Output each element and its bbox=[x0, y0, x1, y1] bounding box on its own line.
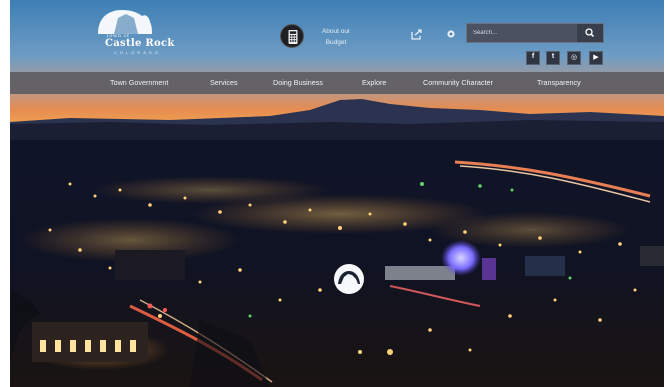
castle-rock-logo[interactable]: Town of Castle Rock COLORADO bbox=[92, 6, 175, 55]
nav-item-transparency[interactable]: Transparency bbox=[537, 72, 581, 94]
nav-item-doing-business[interactable]: Doing Business bbox=[273, 72, 323, 94]
nav-item-explore[interactable]: Explore bbox=[362, 72, 386, 94]
nav-item-services[interactable]: Services bbox=[210, 72, 238, 94]
share-icon[interactable] bbox=[411, 27, 423, 40]
about-budget-link[interactable]: About our Budget bbox=[280, 24, 360, 50]
page-frame: Town of Castle Rock COLORADO About our B… bbox=[10, 0, 664, 387]
logo-town-name: Castle Rock bbox=[105, 38, 175, 49]
gear-icon[interactable] bbox=[445, 27, 457, 39]
nav-item-community-character[interactable]: Community Character bbox=[423, 72, 493, 94]
castle-rock-emblem-icon bbox=[333, 263, 365, 295]
castle-rock-mark-icon bbox=[98, 10, 152, 34]
main-nav: Town Government Services Doing Business … bbox=[10, 72, 664, 94]
calculator-icon bbox=[280, 24, 304, 48]
search-button[interactable] bbox=[577, 24, 603, 42]
search-input[interactable] bbox=[467, 24, 579, 42]
search-box[interactable] bbox=[466, 23, 604, 43]
twitter-icon[interactable]: t bbox=[546, 51, 560, 65]
search-icon bbox=[585, 28, 595, 38]
facebook-icon[interactable]: f bbox=[526, 51, 540, 65]
instagram-icon[interactable]: ◎ bbox=[567, 51, 581, 65]
youtube-icon[interactable]: ▶ bbox=[589, 51, 603, 65]
about-budget-label: About our Budget bbox=[321, 28, 351, 46]
logo-state: COLORADO bbox=[114, 50, 161, 55]
nav-item-town-government[interactable]: Town Government bbox=[110, 72, 168, 94]
site-header: Town of Castle Rock COLORADO About our B… bbox=[10, 0, 664, 72]
